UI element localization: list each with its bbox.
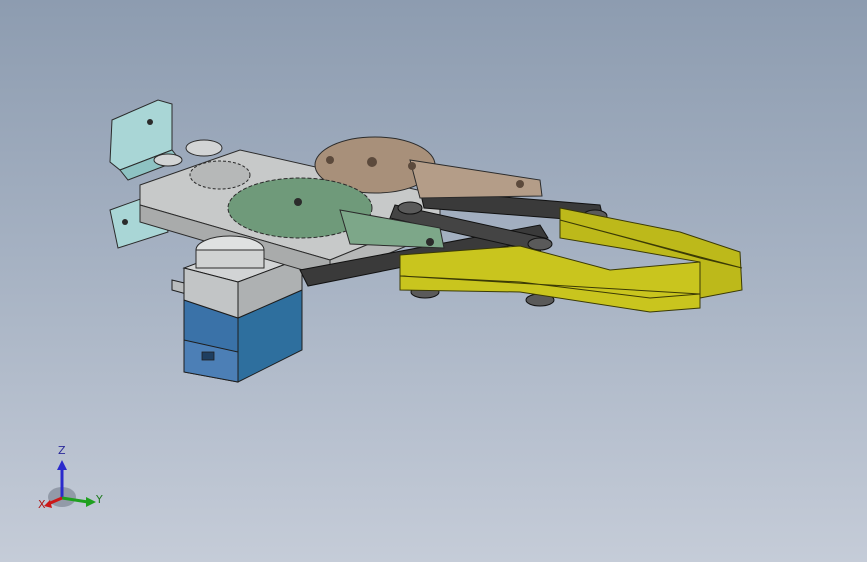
y-axis-label: Y	[96, 493, 103, 506]
y-axis-arrowhead	[86, 497, 96, 507]
z-axis-arrowhead	[57, 460, 67, 470]
graphics-viewport[interactable]: Z Y X	[0, 0, 867, 562]
x-axis-label: X	[38, 498, 46, 511]
z-axis-label: Z	[58, 444, 66, 457]
gripper-assembly-model[interactable]	[0, 0, 867, 562]
